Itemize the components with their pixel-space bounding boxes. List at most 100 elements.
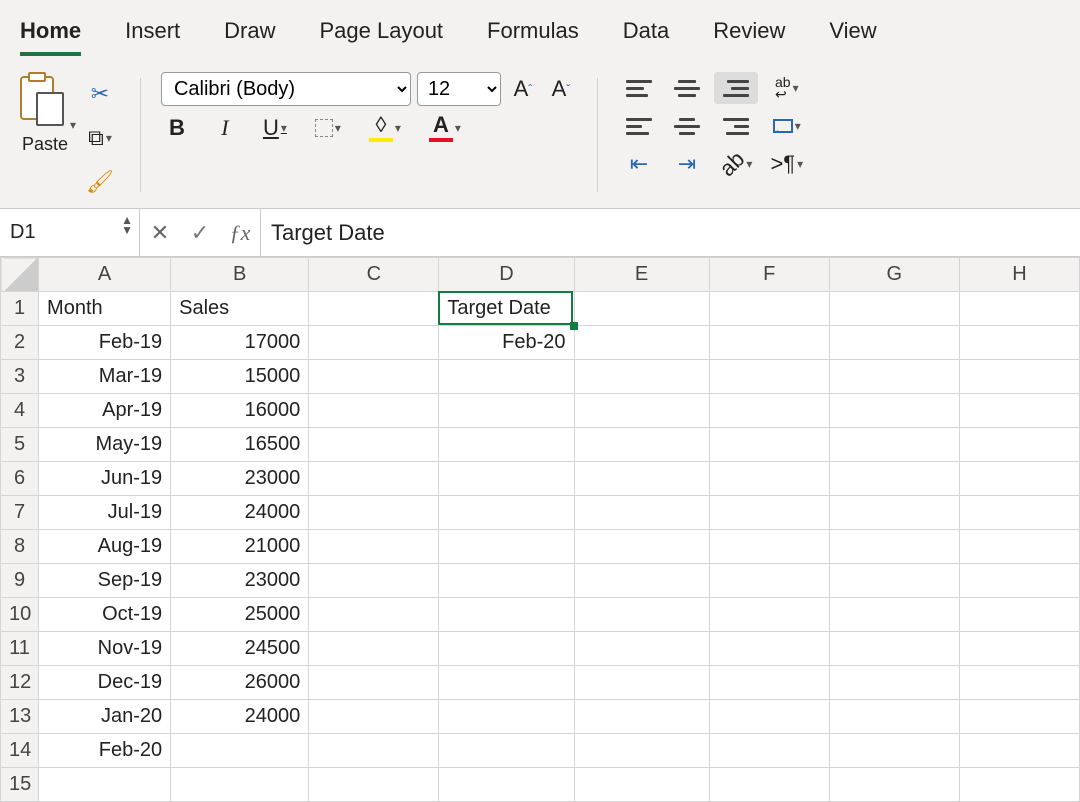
- cell-A9[interactable]: Sep-19: [39, 564, 171, 598]
- cell-G12[interactable]: [829, 666, 959, 700]
- align-bottom-button[interactable]: [714, 72, 759, 104]
- cut-button[interactable]: ✂︎: [84, 78, 116, 110]
- cell-F10[interactable]: [709, 598, 829, 632]
- cell-A10[interactable]: Oct-19: [39, 598, 171, 632]
- cell-G2[interactable]: [829, 326, 959, 360]
- cell-A3[interactable]: Mar-19: [39, 360, 171, 394]
- cell-E2[interactable]: [574, 326, 709, 360]
- cell-A8[interactable]: Aug-19: [39, 530, 171, 564]
- cell-B12[interactable]: 26000: [171, 666, 309, 700]
- cell-D14[interactable]: [439, 734, 574, 768]
- tab-data[interactable]: Data: [623, 14, 669, 56]
- tab-page-layout[interactable]: Page Layout: [320, 14, 444, 56]
- row-header-8[interactable]: 8: [1, 530, 39, 564]
- cell-E15[interactable]: [574, 768, 709, 802]
- cell-H6[interactable]: [959, 462, 1079, 496]
- cell-B8[interactable]: 21000: [171, 530, 309, 564]
- align-middle-button[interactable]: [666, 72, 708, 104]
- cell-G5[interactable]: [829, 428, 959, 462]
- name-box[interactable]: D1 ▲▼: [0, 209, 140, 256]
- cell-G4[interactable]: [829, 394, 959, 428]
- rtl-button[interactable]: >¶▾: [764, 148, 809, 180]
- cell-F7[interactable]: [709, 496, 829, 530]
- row-header-3[interactable]: 3: [1, 360, 39, 394]
- cell-G14[interactable]: [829, 734, 959, 768]
- cell-H14[interactable]: [959, 734, 1079, 768]
- increase-indent-button[interactable]: ⇥: [666, 148, 708, 180]
- cell-A6[interactable]: Jun-19: [39, 462, 171, 496]
- cell-D9[interactable]: [439, 564, 574, 598]
- merge-button[interactable]: ↔▾: [764, 110, 809, 142]
- col-header-D[interactable]: D: [439, 258, 574, 292]
- row-header-13[interactable]: 13: [1, 700, 39, 734]
- cell-H5[interactable]: [959, 428, 1079, 462]
- fx-label[interactable]: ƒx: [220, 220, 260, 246]
- row-header-5[interactable]: 5: [1, 428, 39, 462]
- bold-button[interactable]: B: [161, 112, 193, 144]
- cell-F8[interactable]: [709, 530, 829, 564]
- cell-E13[interactable]: [574, 700, 709, 734]
- align-top-button[interactable]: [618, 72, 660, 104]
- cell-D6[interactable]: [439, 462, 574, 496]
- cell-C5[interactable]: [309, 428, 439, 462]
- cell-H15[interactable]: [959, 768, 1079, 802]
- cell-B1[interactable]: Sales: [171, 292, 309, 326]
- cell-C3[interactable]: [309, 360, 439, 394]
- cell-B9[interactable]: 23000: [171, 564, 309, 598]
- cell-C13[interactable]: [309, 700, 439, 734]
- enter-formula-button[interactable]: ✓: [180, 220, 220, 246]
- cell-B3[interactable]: 15000: [171, 360, 309, 394]
- cell-C14[interactable]: [309, 734, 439, 768]
- cell-E5[interactable]: [574, 428, 709, 462]
- cell-B4[interactable]: 16000: [171, 394, 309, 428]
- cell-G13[interactable]: [829, 700, 959, 734]
- cell-F4[interactable]: [709, 394, 829, 428]
- cell-D2[interactable]: Feb-20: [439, 326, 574, 360]
- cell-B11[interactable]: 24500: [171, 632, 309, 666]
- row-header-9[interactable]: 9: [1, 564, 39, 598]
- row-header-12[interactable]: 12: [1, 666, 39, 700]
- cell-C15[interactable]: [309, 768, 439, 802]
- col-header-G[interactable]: G: [829, 258, 959, 292]
- cell-A15[interactable]: [39, 768, 171, 802]
- wrap-text-button[interactable]: ab↩︎▾: [764, 72, 809, 104]
- cell-C10[interactable]: [309, 598, 439, 632]
- cell-B10[interactable]: 25000: [171, 598, 309, 632]
- underline-button[interactable]: U▾: [257, 112, 293, 144]
- cell-C2[interactable]: [309, 326, 439, 360]
- row-header-4[interactable]: 4: [1, 394, 39, 428]
- cell-A5[interactable]: May-19: [39, 428, 171, 462]
- cell-D10[interactable]: [439, 598, 574, 632]
- tab-insert[interactable]: Insert: [125, 14, 180, 56]
- cell-C12[interactable]: [309, 666, 439, 700]
- row-header-2[interactable]: 2: [1, 326, 39, 360]
- cell-B6[interactable]: 23000: [171, 462, 309, 496]
- cell-H13[interactable]: [959, 700, 1079, 734]
- cell-A7[interactable]: Jul-19: [39, 496, 171, 530]
- col-header-B[interactable]: B: [171, 258, 309, 292]
- font-color-button[interactable]: A▾: [423, 112, 467, 144]
- cell-C11[interactable]: [309, 632, 439, 666]
- cell-F12[interactable]: [709, 666, 829, 700]
- cell-C9[interactable]: [309, 564, 439, 598]
- format-painter-button[interactable]: 🖌︎: [80, 166, 120, 198]
- cell-E7[interactable]: [574, 496, 709, 530]
- borders-button[interactable]: ▾: [309, 112, 347, 144]
- cell-D8[interactable]: [439, 530, 574, 564]
- cell-E9[interactable]: [574, 564, 709, 598]
- namebox-spinner-icon[interactable]: ▲▼: [121, 215, 133, 235]
- cell-D3[interactable]: [439, 360, 574, 394]
- cell-D12[interactable]: [439, 666, 574, 700]
- orientation-button[interactable]: ab▾: [714, 148, 759, 180]
- tab-view[interactable]: View: [829, 14, 876, 56]
- tab-home[interactable]: Home: [20, 14, 81, 56]
- cell-D15[interactable]: [439, 768, 574, 802]
- cell-G3[interactable]: [829, 360, 959, 394]
- cell-H8[interactable]: [959, 530, 1079, 564]
- cell-F15[interactable]: [709, 768, 829, 802]
- cell-G7[interactable]: [829, 496, 959, 530]
- cell-A1[interactable]: Month: [39, 292, 171, 326]
- col-header-E[interactable]: E: [574, 258, 709, 292]
- cell-H7[interactable]: [959, 496, 1079, 530]
- cell-F6[interactable]: [709, 462, 829, 496]
